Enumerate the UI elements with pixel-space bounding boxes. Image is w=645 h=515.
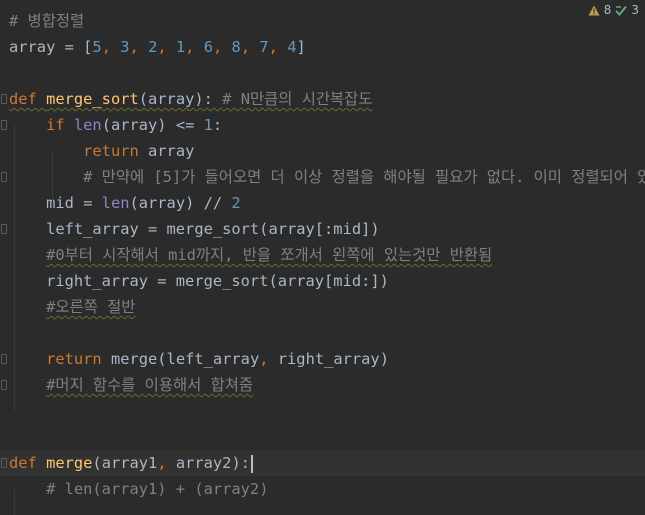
code-token: 1: [175, 38, 186, 56]
code-token: 3: [120, 38, 130, 56]
code-token: right_array = merge_sort(array[mid:]): [9, 272, 389, 290]
code-token: array = [: [9, 38, 93, 56]
fold-marker-icon[interactable]: [1, 224, 7, 234]
code-line[interactable]: return array: [0, 138, 645, 164]
code-editor[interactable]: # 병합정렬 array = [5, 3, 2, 1, 6, 8, 7, 4] de…: [0, 0, 645, 515]
code-line[interactable]: mid = len(array) // 2: [0, 190, 645, 216]
code-token: left_array = merge_sort(array[:mid]): [9, 220, 380, 238]
indent-guide: [14, 125, 15, 411]
code-token: merge(left_array: [110, 350, 260, 368]
code-token: (array):: [138, 90, 223, 108]
code-line[interactable]: def merge(array1, array2):: [0, 450, 645, 476]
code-line[interactable]: #머지 함수를 이용해서 합쳐줌: [0, 372, 645, 398]
code-token: len: [73, 116, 102, 134]
code-token: ,: [240, 38, 260, 56]
code-token: len: [101, 194, 130, 212]
fold-marker-icon[interactable]: [1, 354, 7, 364]
code-line[interactable]: # 만약에 [5]가 들어오면 더 이상 정렬을 해야될 필요가 없다. 이미 …: [0, 164, 645, 190]
code-token: ,: [157, 454, 176, 472]
code-token: (array) <=: [101, 116, 204, 134]
code-line[interactable]: array = [5, 3, 2, 1, 6, 8, 7, 4]: [0, 34, 645, 60]
code-token: (array) //: [129, 194, 232, 212]
indent-guide: [52, 151, 53, 203]
code-token: # N만큼의 시간복잡도: [222, 90, 373, 108]
code-token: 2: [231, 194, 241, 212]
fold-marker-icon[interactable]: [1, 172, 7, 182]
indent-guide: [14, 489, 15, 515]
code-token: ,: [157, 38, 176, 56]
code-line[interactable]: def merge_sort(array): # N만큼의 시간복잡도: [0, 86, 645, 112]
code-token: ,: [101, 38, 121, 56]
code-line[interactable]: #0부터 시작해서 mid까지, 반을 쪼개서 왼쪽에 있는것만 반환됨: [0, 242, 645, 268]
code-token: def: [9, 90, 47, 108]
fold-marker-icon[interactable]: [1, 380, 7, 390]
code-line[interactable]: #오른쪽 절반: [0, 294, 645, 320]
code-token: (array1: [92, 454, 158, 472]
code-token: merge: [46, 454, 93, 472]
fold-marker-icon[interactable]: [1, 458, 7, 468]
code-token: 8: [231, 38, 241, 56]
code-token: #머지 함수를 이용해서 합쳐줌: [46, 376, 254, 394]
weak-warning-icon: [615, 5, 628, 16]
code-line[interactable]: return merge(left_array, right_array): [0, 346, 645, 372]
code-token: 7: [259, 38, 269, 56]
code-token: #오른쪽 절반: [46, 298, 136, 316]
code-line[interactable]: [0, 320, 645, 346]
code-token: 1: [203, 116, 213, 134]
code-token: array2):: [175, 454, 250, 472]
code-token: merge_sort: [46, 90, 139, 108]
fold-marker-icon[interactable]: [1, 94, 7, 104]
code-token: # 만약에 [5]가 들어오면 더 이상 정렬을 해야될 필요가 없다. 이미 …: [83, 168, 645, 186]
code-token: # len(array1) + (array2): [46, 480, 269, 498]
text-caret: [250, 454, 253, 473]
code-line[interactable]: right_array = merge_sort(array[mid:]): [0, 268, 645, 294]
code-token: return: [46, 350, 111, 368]
code-token: ]: [296, 38, 306, 56]
code-token: ,: [268, 38, 288, 56]
code-token: ,: [185, 38, 204, 56]
code-line[interactable]: # 병합정렬: [0, 8, 645, 34]
warning-count: 8: [603, 3, 612, 17]
code-token: # 병합정렬: [9, 12, 85, 30]
code-line[interactable]: # len(array1) + (array2): [0, 476, 645, 502]
fold-marker-icon[interactable]: [1, 120, 7, 130]
code-token: ,: [213, 38, 232, 56]
inspection-widget[interactable]: 8 3: [587, 0, 639, 20]
code-line[interactable]: left_array = merge_sort(array[:mid]): [0, 216, 645, 242]
code-token: def: [9, 454, 47, 472]
code-token: ,: [259, 350, 278, 368]
code-line[interactable]: [0, 60, 645, 86]
code-line[interactable]: if len(array) <= 1:: [0, 112, 645, 138]
code-token: mid =: [9, 194, 102, 212]
warning-icon: [588, 5, 600, 16]
vertical-scrollbar[interactable]: [637, 22, 645, 496]
weak-warning-count: 3: [631, 3, 639, 17]
code-token: #0부터 시작해서 mid까지, 반을 쪼개서 왼쪽에 있는것만 반환됨: [46, 246, 493, 264]
code-token: 5: [92, 38, 102, 56]
code-token: if: [46, 116, 74, 134]
code-token: 2: [148, 38, 158, 56]
code-token: :: [212, 116, 223, 134]
code-line[interactable]: [0, 424, 645, 450]
code-token: return: [83, 142, 149, 160]
code-token: right_array): [277, 350, 389, 368]
code-token: array: [148, 142, 195, 160]
code-line[interactable]: [0, 398, 645, 424]
code-token: ,: [129, 38, 149, 56]
code-token: 6: [203, 38, 213, 56]
